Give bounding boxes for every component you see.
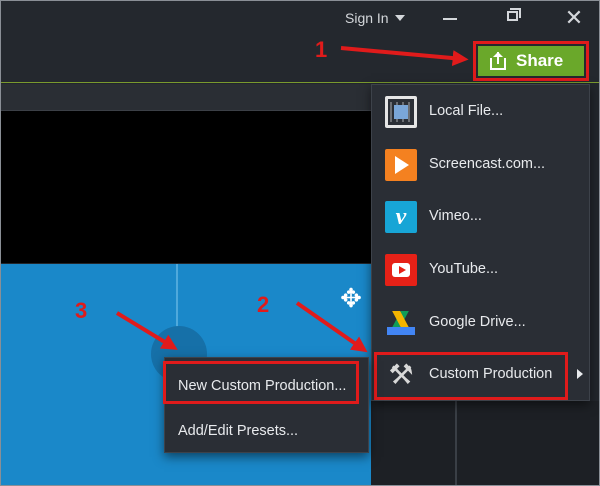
screencast-icon <box>385 149 417 181</box>
panel-divider <box>455 401 457 485</box>
step-number-3: 3 <box>75 298 88 323</box>
menu-item-label: Vimeo... <box>429 208 482 224</box>
film-icon <box>385 96 417 128</box>
sign-in-label: Sign In <box>345 10 389 26</box>
step-number-2: 2 <box>257 292 270 317</box>
google-drive-icon <box>385 307 417 339</box>
restore-button[interactable] <box>501 7 525 29</box>
editor-toolbar <box>1 84 371 111</box>
video-preview <box>1 111 371 263</box>
menu-item-label: Local File... <box>429 103 504 119</box>
restore-icon <box>507 11 518 21</box>
menu-item-vimeo[interactable]: v Vimeo... <box>372 195 591 239</box>
minimize-icon <box>443 18 457 20</box>
submenu-item-label: Add/Edit Presets... <box>178 423 299 439</box>
canvas-guide-line <box>176 264 178 334</box>
menu-item-google-drive[interactable]: Google Drive... <box>372 301 591 345</box>
menu-item-youtube[interactable]: YouTube... <box>372 248 591 292</box>
menu-item-local-file[interactable]: Local File... <box>372 90 591 134</box>
menu-item-label: Screencast.com... <box>429 156 546 172</box>
minimize-button[interactable] <box>439 7 463 29</box>
submenu-item-add-edit-presets[interactable]: Add/Edit Presets... <box>165 411 370 451</box>
menu-item-label: Google Drive... <box>429 314 526 330</box>
vimeo-icon: v <box>385 201 417 233</box>
menu-item-label: YouTube... <box>429 261 499 277</box>
new-custom-production-highlight-box <box>163 361 359 404</box>
youtube-icon <box>385 254 417 286</box>
step-number-1: 1 <box>315 37 328 62</box>
close-button[interactable]: ✕ <box>562 7 586 29</box>
move-cursor-icon: ✥ <box>340 283 362 313</box>
submenu-arrow-icon <box>577 369 583 379</box>
share-highlight-box <box>473 41 589 81</box>
app-window: Sign In ✕ Share Local File... Screencast… <box>0 0 600 486</box>
custom-production-highlight-box <box>374 352 568 400</box>
chevron-down-icon <box>394 15 405 21</box>
right-panel <box>371 401 599 485</box>
sign-in-button[interactable]: Sign In <box>345 10 405 26</box>
menu-item-screencast[interactable]: Screencast.com... <box>372 143 591 187</box>
